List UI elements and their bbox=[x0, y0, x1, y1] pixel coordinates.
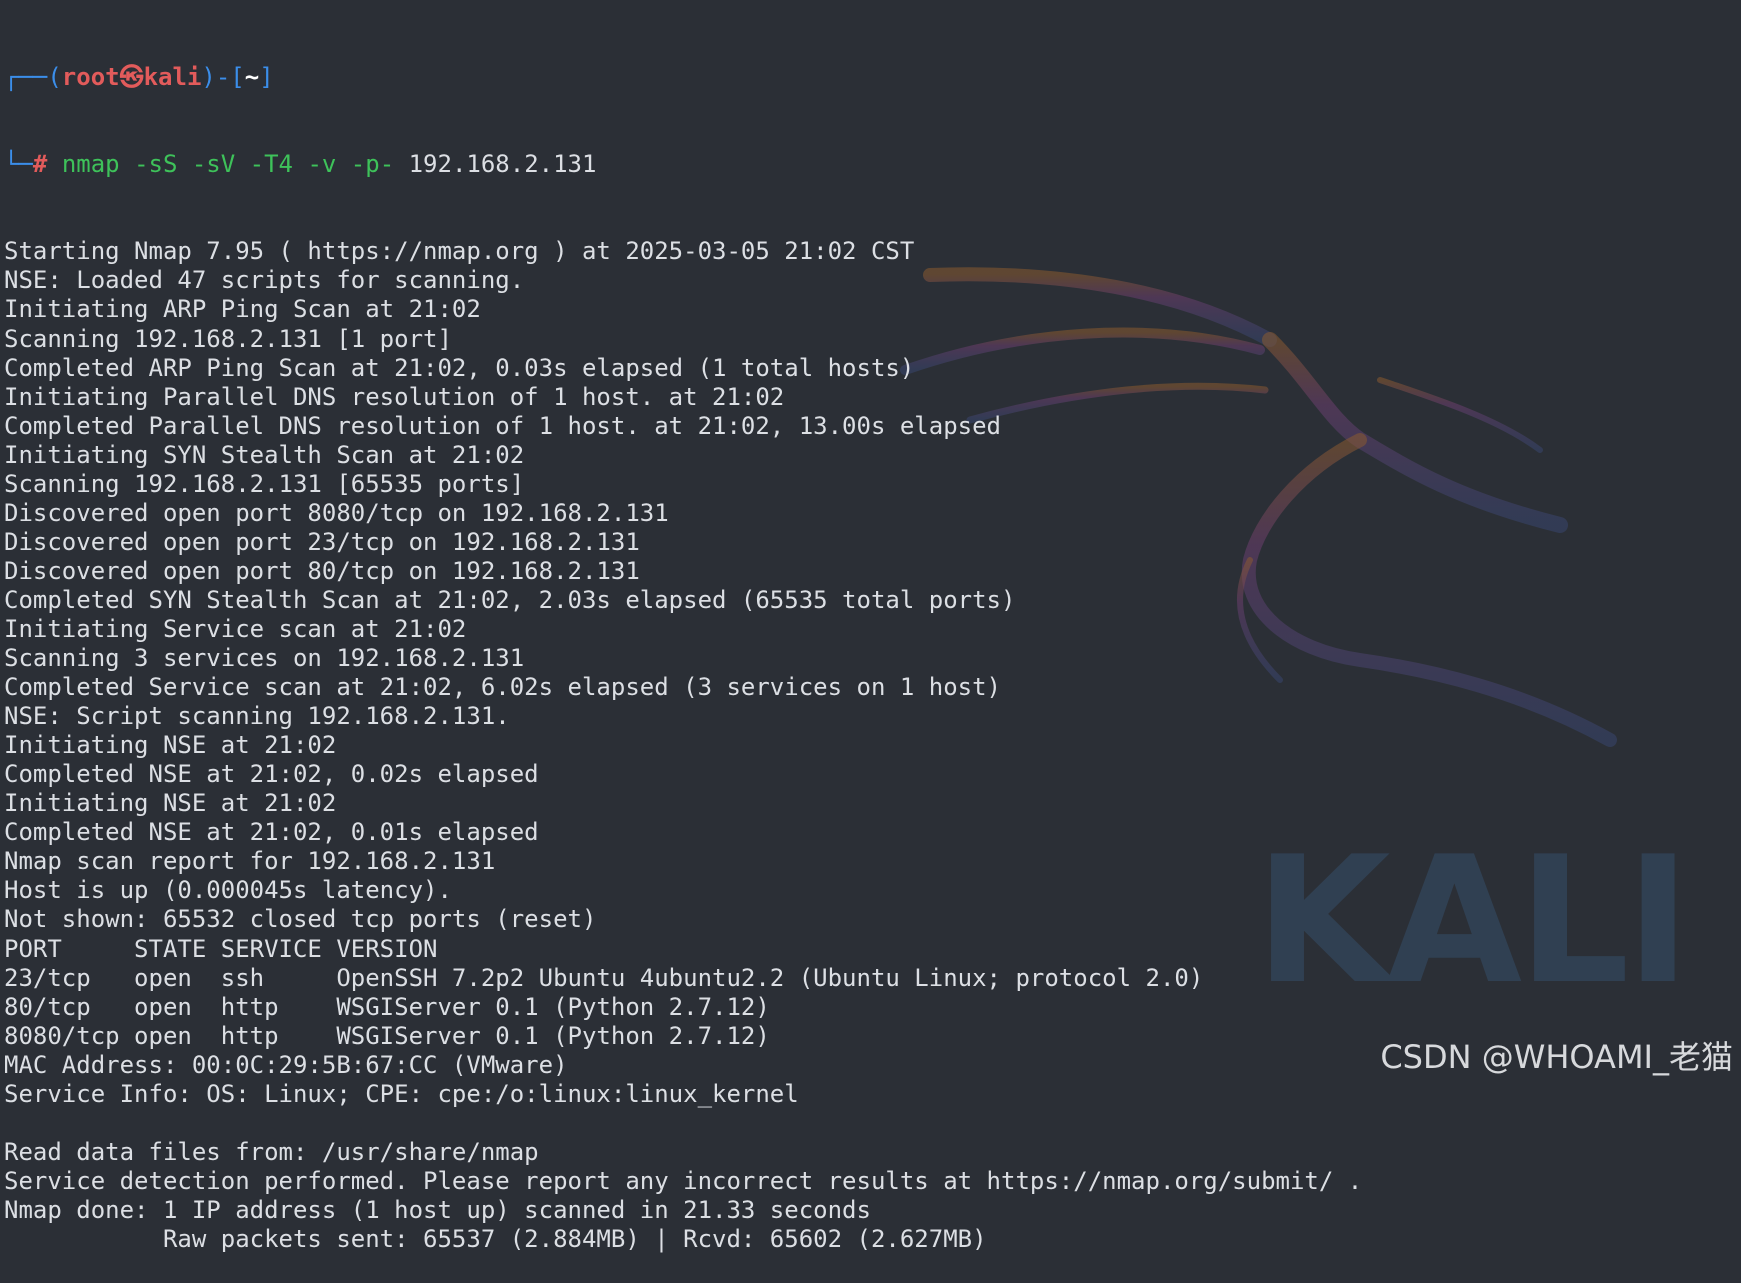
output-line: Read data files from: /usr/share/nmap bbox=[4, 1137, 539, 1166]
output-line: Completed Service scan at 21:02, 6.02s e… bbox=[4, 673, 1001, 702]
terminal-output[interactable]: ┌──(root㉿kali)-[~] └─# nmap -sS -sV -T4 … bbox=[4, 5, 1362, 1283]
output-line: 80/tcp open http WSGIServer 0.1 (Python … bbox=[4, 992, 770, 1021]
prompt-directory: ~ bbox=[244, 63, 260, 92]
output-line: Initiating SYN Stealth Scan at 21:02 bbox=[4, 440, 525, 469]
prompt-host-separator: ㉿ bbox=[119, 63, 144, 92]
output-line: Scanning 192.168.2.131 [65535 ports] bbox=[4, 469, 525, 498]
output-line: NSE: Script scanning 192.168.2.131. bbox=[4, 702, 510, 731]
prompt-user: root bbox=[61, 63, 120, 92]
nmap-output: Starting Nmap 7.95 ( https://nmap.org ) … bbox=[4, 237, 1362, 1254]
output-line: Completed Parallel DNS resolution of 1 h… bbox=[4, 411, 1001, 440]
command-target: 192.168.2.131 bbox=[408, 150, 597, 179]
output-line: Completed NSE at 21:02, 0.02s elapsed bbox=[4, 760, 539, 789]
command-options: -sS -sV -T4 -v -p- bbox=[134, 150, 395, 179]
output-line: Service detection performed. Please repo… bbox=[4, 1166, 1363, 1195]
output-line: Nmap done: 1 IP address (1 host up) scan… bbox=[4, 1195, 871, 1224]
output-line: Scanning 192.168.2.131 [1 port] bbox=[4, 324, 452, 353]
output-line: Discovered open port 8080/tcp on 192.168… bbox=[4, 498, 669, 527]
prompt-command-line: └─# nmap -sS -sV -T4 -v -p- 192.168.2.13… bbox=[4, 150, 1362, 179]
output-line: Initiating Parallel DNS resolution of 1 … bbox=[4, 382, 785, 411]
output-line: Raw packets sent: 65537 (2.884MB) | Rcvd… bbox=[4, 1224, 987, 1253]
output-line: PORT STATE SERVICE VERSION bbox=[4, 934, 438, 963]
output-line: Initiating Service scan at 21:02 bbox=[4, 614, 467, 643]
output-line: Discovered open port 80/tcp on 192.168.2… bbox=[4, 556, 640, 585]
output-line: Completed SYN Stealth Scan at 21:02, 2.0… bbox=[4, 585, 1016, 614]
output-line: MAC Address: 00:0C:29:5B:67:CC (VMware) bbox=[4, 1050, 568, 1079]
prompt-header-line: ┌──(root㉿kali)-[~] bbox=[4, 63, 274, 92]
output-line: 23/tcp open ssh OpenSSH 7.2p2 Ubuntu 4ub… bbox=[4, 963, 1204, 992]
output-line: Completed NSE at 21:02, 0.01s elapsed bbox=[4, 818, 539, 847]
output-line: Discovered open port 23/tcp on 192.168.2… bbox=[4, 527, 640, 556]
output-line: Host is up (0.000045s latency). bbox=[4, 876, 452, 905]
output-line: 8080/tcp open http WSGIServer 0.1 (Pytho… bbox=[4, 1021, 770, 1050]
csdn-watermark: CSDN @WHOAMI_老猫 bbox=[1380, 1038, 1733, 1076]
output-line: Scanning 3 services on 192.168.2.131 bbox=[4, 644, 525, 673]
output-line: Initiating NSE at 21:02 bbox=[4, 731, 337, 760]
output-line: Service Info: OS: Linux; CPE: cpe:/o:lin… bbox=[4, 1079, 799, 1108]
prompt-host: kali bbox=[143, 63, 202, 92]
output-line: Initiating NSE at 21:02 bbox=[4, 789, 337, 818]
output-line: Completed ARP Ping Scan at 21:02, 0.03s … bbox=[4, 353, 915, 382]
command-name: nmap bbox=[61, 150, 120, 179]
output-line: NSE: Loaded 47 scripts for scanning. bbox=[4, 266, 525, 295]
output-line: Starting Nmap 7.95 ( https://nmap.org ) … bbox=[4, 237, 915, 266]
output-line: Nmap scan report for 192.168.2.131 bbox=[4, 847, 496, 876]
prompt-frame-top: ┌──( bbox=[4, 63, 62, 92]
output-line: Not shown: 65532 closed tcp ports (reset… bbox=[4, 905, 597, 934]
output-line: Initiating ARP Ping Scan at 21:02 bbox=[4, 295, 481, 324]
prompt-frame-bottom: └─ bbox=[4, 150, 33, 179]
prompt-symbol: # bbox=[32, 150, 48, 179]
